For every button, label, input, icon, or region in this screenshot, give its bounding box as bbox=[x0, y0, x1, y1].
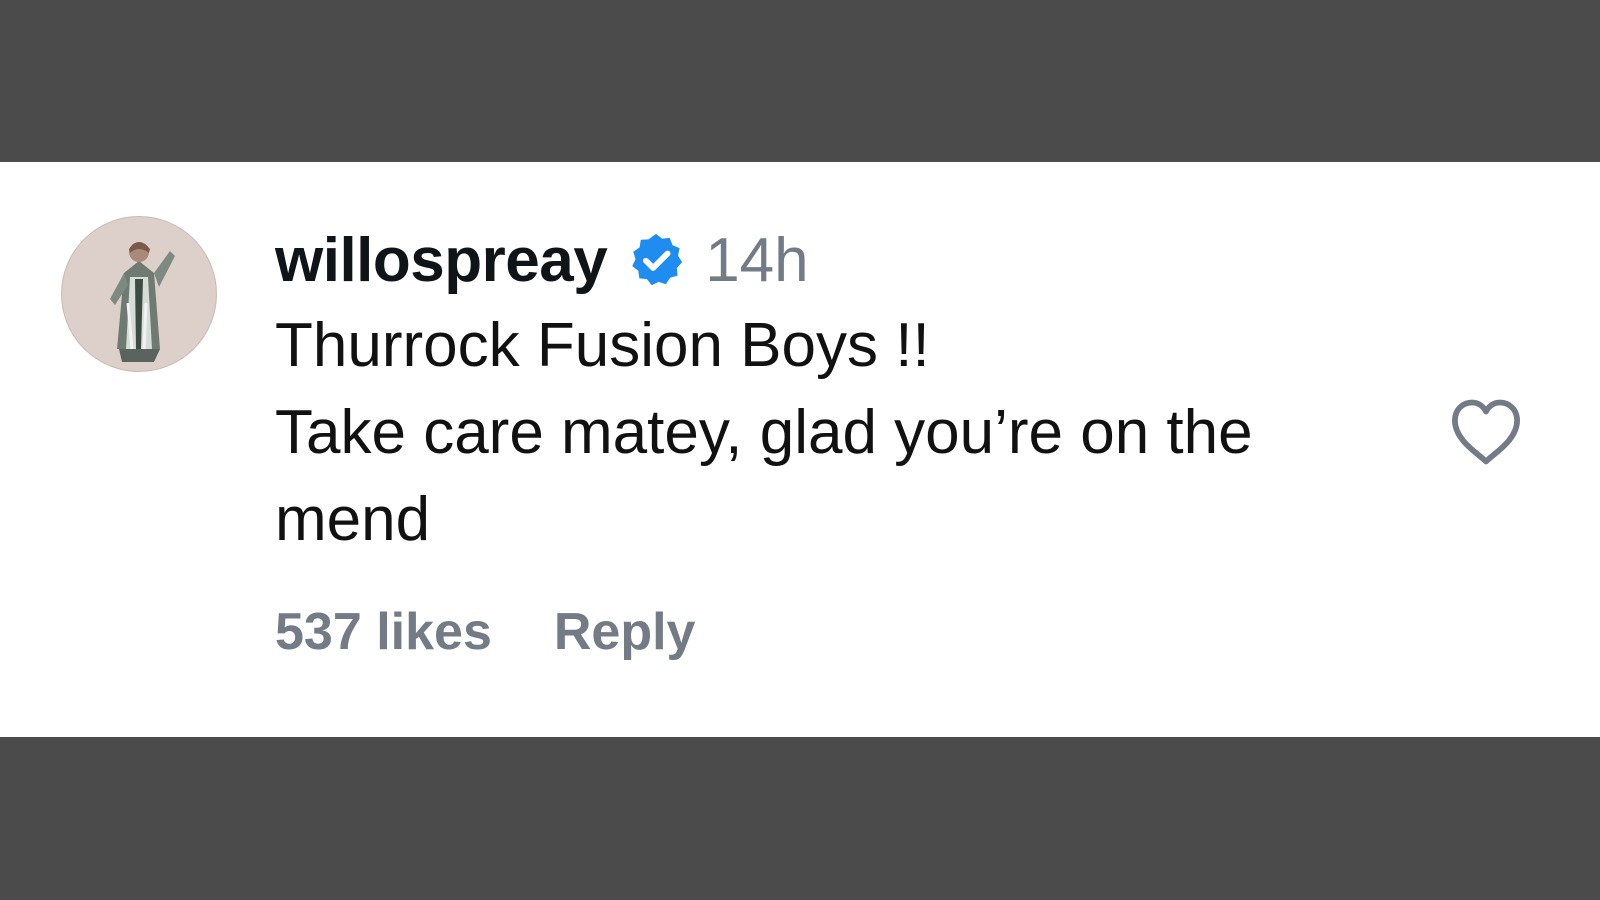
username[interactable]: willospreay bbox=[275, 225, 608, 296]
comment-line-1: Thurrock Fusion Boys !! bbox=[275, 311, 930, 380]
comment-header: willospreay 14h bbox=[275, 224, 809, 296]
comment-line-2: Take care matey, glad you’re on the bbox=[275, 398, 1253, 467]
reply-button[interactable]: Reply bbox=[554, 602, 696, 662]
likes-count[interactable]: 537 likes bbox=[275, 602, 492, 662]
verified-badge-icon bbox=[627, 231, 685, 289]
avatar-image bbox=[62, 217, 216, 371]
timestamp: 14h bbox=[705, 225, 809, 295]
heart-outline-icon bbox=[1452, 399, 1520, 465]
comment-actions: 537 likes Reply bbox=[275, 602, 695, 662]
like-button[interactable] bbox=[1446, 396, 1526, 468]
comment-card: willospreay 14h Thurrock Fusion Boys !! … bbox=[0, 162, 1600, 737]
avatar[interactable] bbox=[61, 216, 217, 372]
comment-line-3: mend bbox=[275, 485, 431, 554]
comment-text: Thurrock Fusion Boys !! Take care matey,… bbox=[275, 302, 1415, 563]
